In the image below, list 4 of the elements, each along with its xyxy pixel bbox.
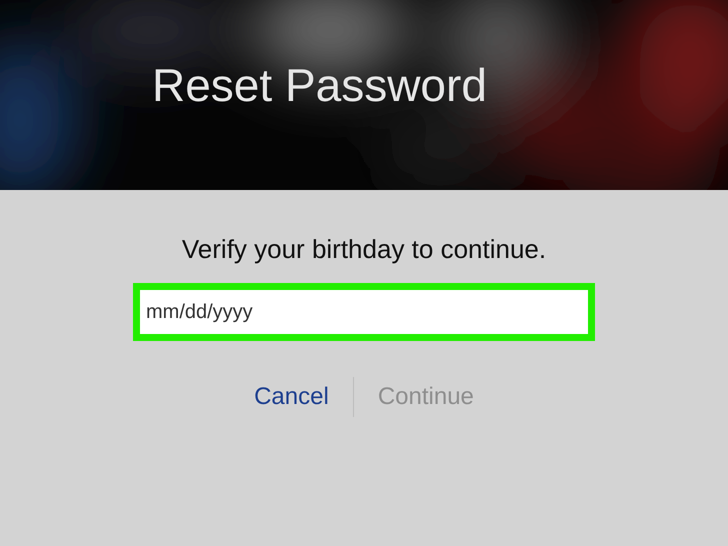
birthday-field[interactable]: mm/dd/yyyy: [133, 283, 595, 341]
page-title: Reset Password: [152, 58, 487, 112]
cancel-button[interactable]: Cancel: [230, 379, 353, 415]
prompt-text: Verify your birthday to continue.: [182, 234, 546, 265]
